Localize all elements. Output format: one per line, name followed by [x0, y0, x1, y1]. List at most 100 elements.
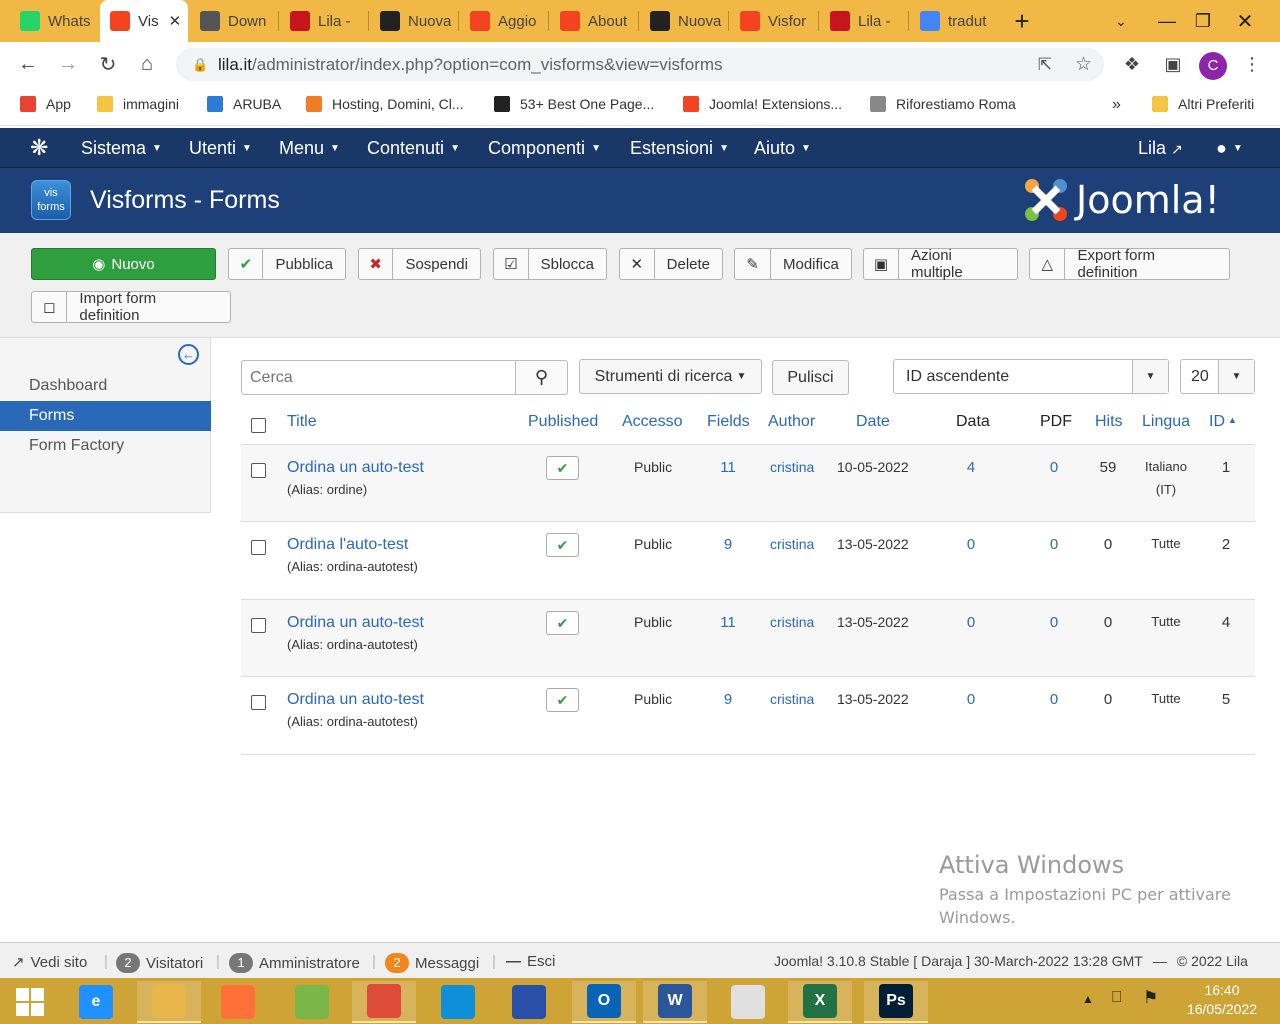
admin-status[interactable]: 1 Amministratore	[229, 953, 360, 973]
unpublish-button[interactable]: ✖ Sospendi	[358, 248, 481, 280]
pdf-count-link[interactable]: 0	[1039, 614, 1069, 631]
author-link[interactable]: cristina	[770, 536, 814, 552]
nav-menu-item[interactable]: Estensioni ▼	[630, 138, 729, 159]
taskbar-app[interactable]	[716, 981, 780, 1023]
col-title[interactable]: Title	[287, 413, 317, 431]
profile-avatar[interactable]: C	[1199, 52, 1227, 80]
pdf-count-link[interactable]: 0	[1039, 536, 1069, 553]
data-count-link[interactable]: 0	[956, 614, 986, 631]
limit-select[interactable]: 20 ▼	[1180, 359, 1255, 394]
close-window-icon[interactable]: ✕	[1222, 0, 1268, 42]
taskbar-app[interactable]: X	[788, 981, 852, 1023]
row-checkbox[interactable]	[251, 695, 266, 710]
close-tab-icon[interactable]: ✕	[169, 12, 182, 30]
extensions-icon[interactable]: ❖	[1118, 50, 1146, 78]
tray-expand-icon[interactable]: ▲	[1082, 992, 1094, 1006]
taskbar-app[interactable]: Ps	[864, 981, 928, 1023]
row-checkbox[interactable]	[251, 463, 266, 478]
nav-menu-item[interactable]: Componenti ▼	[488, 138, 601, 159]
bookmark-item[interactable]: ARUBA	[207, 96, 281, 112]
browser-tab[interactable]: About	[550, 0, 638, 42]
share-icon[interactable]: ⇱	[1038, 55, 1052, 75]
col-access[interactable]: Accesso	[622, 413, 682, 431]
bookmark-item[interactable]: App	[20, 96, 71, 112]
messages-status[interactable]: 2 Messaggi	[385, 953, 479, 973]
search-tools-button[interactable]: Strumenti di ricerca ▼	[579, 359, 762, 394]
col-hits[interactable]: Hits	[1095, 413, 1123, 431]
nav-menu-item[interactable]: Menu ▼	[279, 138, 340, 159]
back-icon[interactable]: ←	[14, 50, 42, 78]
taskbar-app[interactable]	[497, 981, 561, 1023]
lock-icon[interactable]: 🔒	[192, 57, 208, 73]
data-count-link[interactable]: 0	[956, 536, 986, 553]
tab-search-icon[interactable]: ⌄	[1098, 0, 1144, 42]
browser-tab[interactable]: tradut	[910, 0, 992, 42]
bookmark-item[interactable]: Hosting, Domini, Cl...	[306, 96, 463, 112]
taskbar-app[interactable]	[206, 981, 270, 1023]
nav-menu-item[interactable]: Sistema ▼	[81, 138, 162, 159]
publish-button[interactable]: ✔ Pubblica	[228, 248, 346, 280]
col-fields[interactable]: Fields	[707, 413, 750, 431]
browser-tab[interactable]: Down	[190, 0, 278, 42]
published-toggle[interactable]: ✔	[546, 533, 579, 557]
form-title-link[interactable]: Ordina un auto-test	[287, 614, 424, 632]
bookmark-star-icon[interactable]: ☆	[1075, 53, 1092, 76]
batch-button[interactable]: ▣ Azioni multiple	[863, 247, 1018, 281]
taskbar-app[interactable]	[426, 981, 490, 1023]
taskbar-app[interactable]	[352, 981, 416, 1023]
search-input[interactable]	[241, 360, 517, 395]
browser-tab[interactable]: Lila -	[820, 0, 908, 42]
start-button[interactable]	[0, 981, 60, 1023]
visitors-status[interactable]: 2 Visitatori	[116, 953, 203, 973]
browser-tab[interactable]: Nuova	[370, 0, 458, 42]
maximize-icon[interactable]: ❐	[1180, 0, 1226, 42]
form-title-link[interactable]: Ordina un auto-test	[287, 459, 424, 477]
new-button[interactable]: ◉ Nuovo	[31, 248, 216, 280]
published-toggle[interactable]: ✔	[546, 611, 579, 635]
published-toggle[interactable]: ✔	[546, 456, 579, 480]
data-count-link[interactable]: 4	[956, 459, 986, 476]
address-bar[interactable]: 🔒 lila.it/administrator/index.php?option…	[176, 48, 1104, 81]
form-title-link[interactable]: Ordina un auto-test	[287, 691, 424, 709]
author-link[interactable]: cristina	[770, 614, 814, 630]
checkin-button[interactable]: ☑ Sblocca	[493, 248, 607, 280]
logout-link[interactable]: — Esci	[506, 953, 555, 970]
sidebar-item-form-factory[interactable]: Form Factory	[0, 431, 211, 461]
col-date[interactable]: Date	[856, 413, 890, 431]
view-site-user-link[interactable]: Lila ↗	[1138, 138, 1183, 159]
author-link[interactable]: cristina	[770, 459, 814, 475]
nav-menu-item[interactable]: Contenuti ▼	[367, 138, 460, 159]
row-checkbox[interactable]	[251, 540, 266, 555]
edit-button[interactable]: ✎ Modifica	[734, 248, 852, 280]
bookmark-item[interactable]: Riforestiamo Roma	[870, 96, 1016, 112]
select-all-checkbox[interactable]	[251, 418, 266, 433]
taskbar-app[interactable]	[280, 981, 344, 1023]
browser-tab[interactable]: Aggio	[460, 0, 548, 42]
data-count-link[interactable]: 0	[956, 691, 986, 708]
sidebar-item-forms[interactable]: Forms	[0, 401, 211, 431]
forward-icon[interactable]: →	[54, 50, 82, 78]
side-panel-icon[interactable]: ▣	[1159, 50, 1187, 78]
col-id[interactable]: ID ▲	[1209, 413, 1237, 431]
taskbar-app[interactable]: W	[643, 981, 707, 1023]
fields-count-link[interactable]: 11	[711, 614, 745, 631]
fields-count-link[interactable]: 11	[711, 459, 745, 476]
browser-menu-icon[interactable]: ⋮	[1238, 50, 1266, 78]
other-bookmarks[interactable]: Altri Preferiti	[1152, 96, 1254, 112]
col-language[interactable]: Lingua	[1142, 413, 1190, 431]
pdf-count-link[interactable]: 0	[1039, 459, 1069, 476]
col-published[interactable]: Published	[528, 413, 598, 431]
bookmarks-overflow[interactable]: »	[1112, 96, 1121, 114]
joomla-logo-icon[interactable]: ❋	[30, 135, 48, 161]
taskbar-app[interactable]: e	[64, 981, 128, 1023]
nav-menu-item[interactable]: Aiuto ▼	[754, 138, 811, 159]
taskbar-app[interactable]	[137, 981, 201, 1023]
view-site-link[interactable]: ↗ Vedi sito	[12, 953, 87, 972]
url-text[interactable]: lila.it/administrator/index.php?option=c…	[218, 55, 723, 75]
clear-button[interactable]: Pulisci	[772, 360, 849, 395]
flag-icon[interactable]: ⚑	[1143, 988, 1158, 1008]
form-title-link[interactable]: Ordina l'auto-test	[287, 536, 408, 554]
search-button[interactable]: ⚲	[515, 360, 568, 395]
col-author[interactable]: Author	[768, 413, 815, 431]
import-button[interactable]: ◻ Import form definition	[31, 290, 231, 324]
